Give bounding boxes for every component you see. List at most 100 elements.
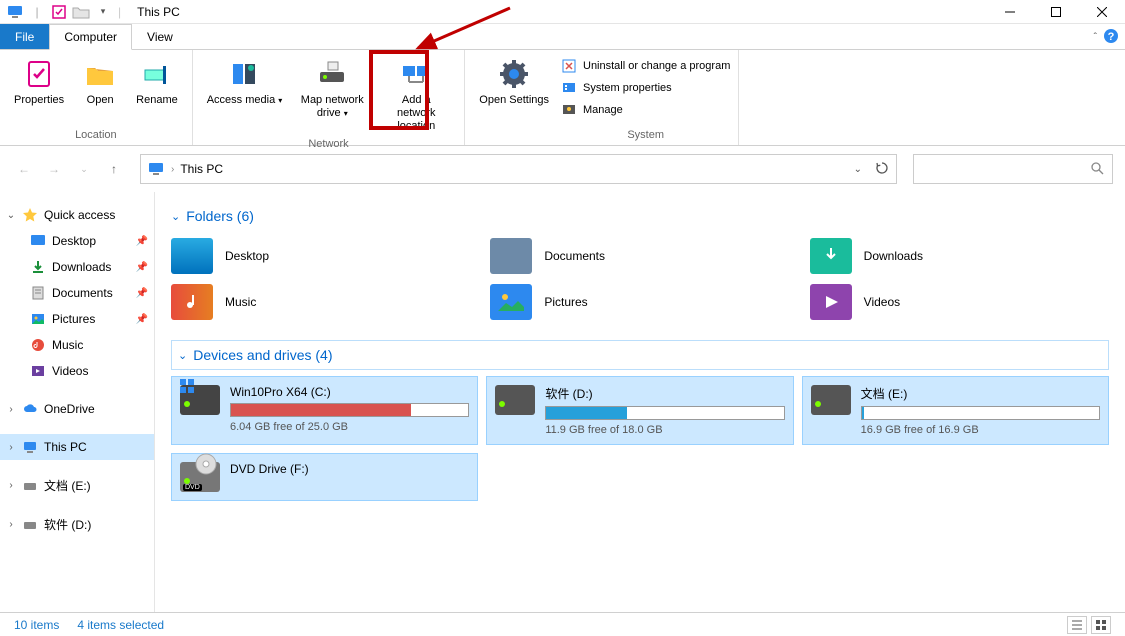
drive-f-dvd[interactable]: DVD DVD Drive (F:) bbox=[171, 453, 478, 501]
drive-d[interactable]: 软件 (D:) 11.9 GB free of 18.0 GB bbox=[486, 376, 793, 445]
chevron-right-icon[interactable]: › bbox=[6, 480, 16, 491]
back-button[interactable]: ← bbox=[12, 157, 36, 181]
sidebar-desktop[interactable]: Desktop 📌 bbox=[0, 228, 154, 254]
address-bar[interactable]: › This PC ⌄ bbox=[140, 154, 897, 184]
drive-icon bbox=[495, 385, 535, 415]
address-chevron[interactable]: › bbox=[171, 164, 174, 175]
content-pane[interactable]: ⌄ Folders (6) Desktop Documents Download… bbox=[155, 192, 1125, 612]
search-input[interactable] bbox=[922, 162, 1090, 176]
folder-music[interactable]: Music bbox=[171, 284, 470, 320]
tab-view[interactable]: View bbox=[132, 24, 188, 49]
ribbon-group-location: Properties Open Rename Location bbox=[0, 50, 193, 145]
drive-usage-bar bbox=[861, 406, 1100, 420]
ribbon-collapse-icon[interactable]: ˆ bbox=[1094, 32, 1097, 43]
add-network-location-button[interactable]: Add a network location bbox=[376, 54, 456, 136]
chevron-right-icon[interactable]: › bbox=[6, 404, 16, 415]
status-bar: 10 items 4 items selected bbox=[0, 612, 1125, 636]
open-button[interactable]: Open bbox=[76, 54, 124, 127]
large-icons-view-button[interactable] bbox=[1091, 616, 1111, 634]
folders-section-header[interactable]: ⌄ Folders (6) bbox=[171, 204, 1109, 228]
folder-desktop[interactable]: Desktop bbox=[171, 238, 470, 274]
navigation-pane[interactable]: ⌄ Quick access Desktop 📌 Downloads 📌 Doc… bbox=[0, 192, 155, 612]
uninstall-icon bbox=[561, 58, 577, 74]
pictures-icon bbox=[30, 311, 46, 327]
documents-icon bbox=[30, 285, 46, 301]
chevron-right-icon[interactable]: › bbox=[6, 442, 16, 453]
sidebar-drive-e[interactable]: › 文档 (E:) bbox=[0, 472, 154, 499]
drive-usage-bar bbox=[545, 406, 784, 420]
map-network-drive-button[interactable]: Map network drive ▾ bbox=[294, 54, 370, 136]
maximize-button[interactable] bbox=[1033, 0, 1079, 24]
forward-button[interactable]: → bbox=[42, 157, 66, 181]
rename-button[interactable]: Rename bbox=[130, 54, 184, 127]
videos-icon bbox=[30, 363, 46, 379]
tab-file[interactable]: File bbox=[0, 24, 49, 49]
up-button[interactable]: ↑ bbox=[102, 157, 126, 181]
manage-icon bbox=[561, 102, 577, 118]
sidebar-onedrive[interactable]: › OneDrive bbox=[0, 396, 154, 422]
pin-icon: 📌 bbox=[136, 236, 148, 247]
pin-icon: 📌 bbox=[136, 262, 148, 273]
ribbon-tabs: File Computer View ˆ ? bbox=[0, 24, 1125, 50]
minimize-button[interactable] bbox=[987, 0, 1033, 24]
pin-icon: 📌 bbox=[136, 314, 148, 325]
sidebar-downloads[interactable]: Downloads 📌 bbox=[0, 254, 154, 280]
drive-icon bbox=[180, 385, 220, 415]
folder-qat-icon[interactable] bbox=[72, 3, 90, 21]
title-bar: | ▾ | This PC bbox=[0, 0, 1125, 24]
drive-icon bbox=[811, 385, 851, 415]
uninstall-program-button[interactable]: Uninstall or change a program bbox=[561, 58, 730, 74]
open-settings-button[interactable]: Open Settings bbox=[473, 54, 555, 127]
drive-icon bbox=[22, 517, 38, 533]
quick-access-toolbar: | ▾ | bbox=[0, 3, 129, 21]
close-button[interactable] bbox=[1079, 0, 1125, 24]
manage-button[interactable]: Manage bbox=[561, 102, 730, 118]
properties-qat-icon[interactable] bbox=[50, 3, 68, 21]
folder-downloads[interactable]: Downloads bbox=[810, 238, 1109, 274]
sidebar-quick-access[interactable]: ⌄ Quick access bbox=[0, 202, 154, 228]
sidebar-drive-d[interactable]: › 软件 (D:) bbox=[0, 511, 154, 538]
tab-computer[interactable]: Computer bbox=[49, 24, 132, 50]
pictures-folder-icon bbox=[490, 284, 532, 320]
system-properties-button[interactable]: System properties bbox=[561, 80, 730, 96]
downloads-folder-icon bbox=[810, 238, 852, 274]
drive-c[interactable]: Win10Pro X64 (C:) 6.04 GB free of 25.0 G… bbox=[171, 376, 478, 445]
access-media-button[interactable]: Access media ▾ bbox=[201, 54, 289, 136]
folder-videos[interactable]: Videos bbox=[810, 284, 1109, 320]
chevron-down-icon[interactable]: ⌄ bbox=[6, 210, 16, 221]
search-box[interactable] bbox=[913, 154, 1113, 184]
desktop-icon bbox=[30, 233, 46, 249]
sidebar-music[interactable]: Music bbox=[0, 332, 154, 358]
downloads-icon bbox=[30, 259, 46, 275]
star-icon bbox=[22, 207, 38, 223]
qat-dropdown-icon[interactable]: ▾ bbox=[94, 3, 112, 21]
folder-pictures[interactable]: Pictures bbox=[490, 284, 789, 320]
sidebar-this-pc[interactable]: › This PC bbox=[0, 434, 154, 460]
ribbon: Properties Open Rename Location Access m… bbox=[0, 50, 1125, 146]
search-icon[interactable] bbox=[1090, 161, 1104, 178]
desktop-folder-icon bbox=[171, 238, 213, 274]
address-text[interactable]: This PC bbox=[180, 162, 223, 176]
computer-icon bbox=[22, 439, 38, 455]
help-icon[interactable]: ? bbox=[1103, 28, 1119, 47]
sidebar-pictures[interactable]: Pictures 📌 bbox=[0, 306, 154, 332]
sidebar-videos[interactable]: Videos bbox=[0, 358, 154, 384]
details-view-button[interactable] bbox=[1067, 616, 1087, 634]
computer-icon bbox=[147, 160, 165, 178]
sidebar-documents[interactable]: Documents 📌 bbox=[0, 280, 154, 306]
chevron-right-icon[interactable]: › bbox=[6, 519, 16, 530]
videos-folder-icon bbox=[810, 284, 852, 320]
drive-e[interactable]: 文档 (E:) 16.9 GB free of 16.9 GB bbox=[802, 376, 1109, 445]
chevron-down-icon[interactable]: ⌄ bbox=[178, 349, 187, 362]
refresh-button[interactable] bbox=[874, 160, 890, 179]
chevron-down-icon[interactable]: ⌄ bbox=[171, 210, 180, 223]
folder-documents[interactable]: Documents bbox=[490, 238, 789, 274]
drive-icon bbox=[22, 478, 38, 494]
address-dropdown-icon[interactable]: ⌄ bbox=[854, 164, 862, 175]
recent-locations-button[interactable]: ⌄ bbox=[72, 157, 96, 181]
drive-usage-bar bbox=[230, 403, 469, 417]
svg-text:?: ? bbox=[1108, 31, 1115, 43]
properties-button[interactable]: Properties bbox=[8, 54, 70, 127]
devices-section-header[interactable]: ⌄ Devices and drives (4) bbox=[171, 340, 1109, 370]
cloud-icon bbox=[22, 401, 38, 417]
